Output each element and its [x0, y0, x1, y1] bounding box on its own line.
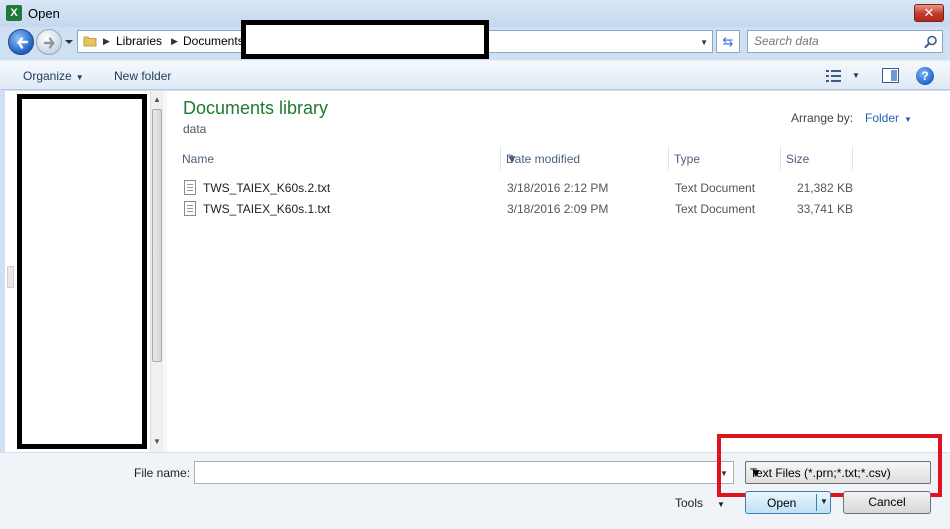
column-type-label: Type	[674, 152, 701, 166]
refresh-button[interactable]: ⇆	[716, 30, 740, 53]
search-icon	[924, 35, 937, 48]
arrow-left-icon	[16, 37, 29, 49]
column-header-size[interactable]: Size	[781, 146, 853, 170]
command-toolbar: Organize ▼ New folder ▼ ?	[0, 60, 950, 90]
view-options-icon[interactable]	[826, 69, 844, 83]
history-dropdown-icon[interactable]	[64, 37, 74, 47]
open-label: Open	[767, 496, 797, 510]
column-header-name[interactable]: Name	[177, 146, 501, 170]
file-list-pane: Documents library data Arrange by: Folde…	[167, 91, 950, 452]
arrange-by-dropdown[interactable]: Folder ▼	[865, 111, 912, 125]
navigation-pane-scrollbar[interactable]: ▲ ▼	[150, 91, 163, 452]
caret-down-icon: ▼	[75, 73, 84, 82]
file-size: 21,382 KB	[796, 181, 853, 195]
arrange-by-label: Arrange by:	[791, 111, 854, 125]
file-type: Text Document	[675, 202, 756, 216]
library-subtitle: data	[183, 122, 207, 136]
scroll-up-icon[interactable]: ▲	[153, 95, 161, 104]
breadcrumb-libraries[interactable]: Libraries	[116, 34, 162, 48]
file-type-select[interactable]: Text Files (*.prn;*.txt;*.csv) ▼	[745, 461, 931, 484]
redacted-navigation-tree	[17, 94, 147, 449]
tools-label: Tools	[675, 496, 704, 510]
caret-down-icon: ▼	[750, 466, 762, 480]
scroll-down-icon[interactable]: ▼	[153, 437, 161, 446]
file-date: 3/18/2016 2:09 PM	[507, 202, 609, 216]
arrange-by-value: Folder	[865, 111, 900, 125]
file-name: TWS_TAIEX_K60s.1.txt	[203, 202, 331, 216]
column-size-label: Size	[786, 152, 810, 166]
open-dropdown-icon[interactable]: ▼	[820, 497, 828, 506]
caret-down-icon: ▼	[717, 500, 725, 509]
file-size: 33,741 KB	[796, 202, 853, 216]
text-file-icon	[184, 180, 196, 195]
caret-down-icon: ▼	[904, 115, 912, 124]
organize-button[interactable]: Organize ▼	[23, 69, 84, 83]
breadcrumb-separator-icon: ▶	[103, 36, 110, 46]
file-row[interactable]: TWS_TAIEX_K60s.2.txt 3/18/2016 2:12 PM T…	[177, 177, 853, 198]
forward-button[interactable]	[36, 29, 62, 55]
text-file-icon	[184, 201, 196, 216]
column-name-label: Name	[182, 152, 215, 166]
arrow-right-icon	[43, 37, 56, 49]
file-name-input[interactable]	[194, 461, 734, 484]
column-header-date[interactable]: ▼ Date modified	[501, 146, 669, 170]
folder-icon	[83, 36, 97, 47]
search-input[interactable]: Search data	[747, 30, 943, 53]
search-placeholder: Search data	[754, 34, 819, 48]
organize-label: Organize	[23, 69, 72, 83]
scrollbar-thumb[interactable]	[152, 109, 162, 362]
breadcrumb-documents[interactable]: Documents	[183, 34, 244, 48]
refresh-icon: ⇆	[722, 34, 734, 49]
window-title: Open	[28, 6, 60, 21]
redacted-address-area	[241, 20, 489, 59]
file-type: Text Document	[675, 181, 756, 195]
column-date-label: Date modified	[506, 152, 581, 166]
file-name: TWS_TAIEX_K60s.2.txt	[203, 181, 331, 195]
close-button[interactable]: ✕	[914, 4, 944, 22]
file-name-dropdown-icon[interactable]: ▼	[720, 469, 728, 478]
view-dropdown-icon[interactable]: ▼	[852, 71, 860, 80]
column-header-type[interactable]: Type	[669, 146, 781, 170]
preview-pane-icon[interactable]	[882, 68, 899, 83]
dialog-footer: File name: ▼ Text Files (*.prn;*.txt;*.c…	[0, 434, 950, 529]
tools-button[interactable]: Tools ▼	[675, 496, 725, 510]
split-separator	[816, 494, 817, 511]
open-button[interactable]: Open ▼	[745, 491, 831, 514]
address-dropdown-icon[interactable]: ▼	[700, 38, 708, 47]
back-button[interactable]	[8, 29, 34, 55]
left-edge-handle	[7, 266, 14, 288]
new-folder-button[interactable]: New folder	[114, 69, 171, 83]
cancel-button[interactable]: Cancel	[843, 491, 931, 514]
library-title: Documents library	[183, 98, 329, 118]
excel-app-icon: X	[6, 5, 22, 21]
navigation-pane[interactable]: ▲ ▼	[5, 91, 163, 452]
file-date: 3/18/2016 2:12 PM	[507, 181, 609, 195]
breadcrumb-separator-icon: ▶	[171, 36, 178, 46]
file-row[interactable]: TWS_TAIEX_K60s.1.txt 3/18/2016 2:09 PM T…	[177, 198, 853, 219]
file-name-label: File name:	[134, 466, 191, 480]
help-icon[interactable]: ?	[916, 67, 934, 85]
